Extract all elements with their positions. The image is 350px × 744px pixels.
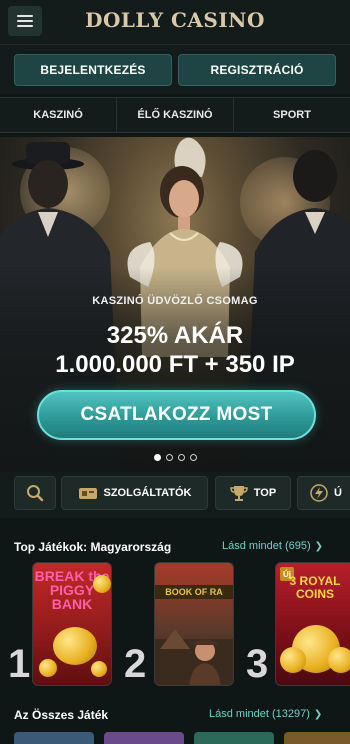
game-title: 3 ROYAL COINS	[289, 574, 341, 601]
all-games-see-all[interactable]: Lásd mindet (13297) ❯	[209, 708, 322, 720]
new-games-label: Ú	[334, 487, 342, 499]
promo-amount: 1.000.000 FT + 350 IP	[55, 351, 295, 378]
top-header: DOLLY CASINO	[0, 0, 350, 44]
promo-headline: 325% AKÁR	[106, 322, 244, 349]
main-nav: KASZINÓ ÉLŐ KASZINÓ SPORT	[0, 97, 350, 133]
auth-bar: BEJELENTKEZÉS REGISZTRÁCIÓ	[0, 44, 350, 94]
game-title: BOOK OF RA	[155, 585, 233, 599]
carousel-dots	[0, 454, 350, 461]
rank-number: 1	[8, 642, 31, 686]
lightning-icon	[310, 484, 328, 502]
site-logo[interactable]: DOLLY CASINO	[0, 8, 350, 32]
top-games-see-all[interactable]: Lásd mindet (695) ❯	[222, 540, 323, 552]
carousel-dot[interactable]	[165, 454, 173, 461]
piggy-illustration	[53, 627, 97, 665]
carousel-dot[interactable]	[153, 454, 161, 461]
game-card[interactable]: Új 3 ROYAL COINS	[275, 562, 350, 686]
tab-sport[interactable]: SPORT	[234, 98, 350, 132]
trophy-icon	[230, 486, 248, 501]
chevron-right-icon: ❯	[314, 541, 324, 552]
page: DOLLY CASINO BEJELENTKEZÉS REGISZTRÁCIÓ …	[0, 0, 350, 744]
top-games-title: Top Játékok: Magyarország	[14, 540, 172, 554]
top-label: TOP	[253, 487, 277, 499]
hero-banner[interactable]: KASZINÓ ÜDVÖZLŐ CSOMAG 325% AKÁR 1.000.0…	[0, 137, 350, 472]
game-card[interactable]	[194, 732, 274, 744]
join-now-button[interactable]: CSATLAKOZZ MOST	[37, 390, 316, 440]
providers-button[interactable]: SZOLGÁLTATÓK	[61, 476, 208, 510]
coin-icon	[328, 647, 350, 673]
register-button[interactable]: REGISZTRÁCIÓ	[178, 54, 336, 86]
coin-icon	[39, 659, 57, 677]
tab-casino[interactable]: KASZINÓ	[0, 98, 117, 132]
search-icon	[27, 485, 44, 502]
top-button[interactable]: TOP	[215, 476, 291, 510]
search-button[interactable]	[14, 476, 56, 510]
coin-icon	[91, 661, 107, 677]
chevron-right-icon: ❯	[313, 709, 323, 720]
coin-icon	[93, 575, 111, 593]
providers-icon	[78, 488, 97, 499]
top-games-row: 1 BREAK the PIGGY BANK 2 BOOK OF RA 3 Új…	[0, 560, 350, 692]
rank-number: 2	[124, 642, 147, 686]
category-strip: SZOLGÁLTATÓK TOP Ú	[0, 472, 350, 518]
game-card[interactable]	[104, 732, 184, 744]
carousel-dot[interactable]	[189, 454, 197, 461]
tab-live-casino[interactable]: ÉLŐ KASZINÓ	[117, 98, 234, 132]
all-games-row	[0, 732, 350, 744]
see-all-label: Lásd mindet (13297)	[209, 708, 310, 720]
new-games-button[interactable]: Ú	[297, 476, 350, 510]
game-card[interactable]: BREAK the PIGGY BANK	[32, 562, 112, 686]
see-all-label: Lásd mindet (695)	[222, 540, 311, 552]
providers-label: SZOLGÁLTATÓK	[103, 487, 192, 499]
coin-icon	[280, 647, 306, 673]
carousel-dot[interactable]	[177, 454, 185, 461]
game-card[interactable]	[14, 732, 94, 744]
promo-label: KASZINÓ ÜDVÖZLŐ CSOMAG	[92, 295, 258, 307]
game-card[interactable]: BOOK OF RA	[154, 562, 234, 686]
explorer-illustration	[155, 629, 233, 685]
rank-number: 3	[246, 642, 269, 686]
game-card[interactable]	[284, 732, 350, 744]
login-button[interactable]: BEJELENTKEZÉS	[14, 54, 172, 86]
all-games-title: Az Összes Játék	[14, 708, 109, 722]
